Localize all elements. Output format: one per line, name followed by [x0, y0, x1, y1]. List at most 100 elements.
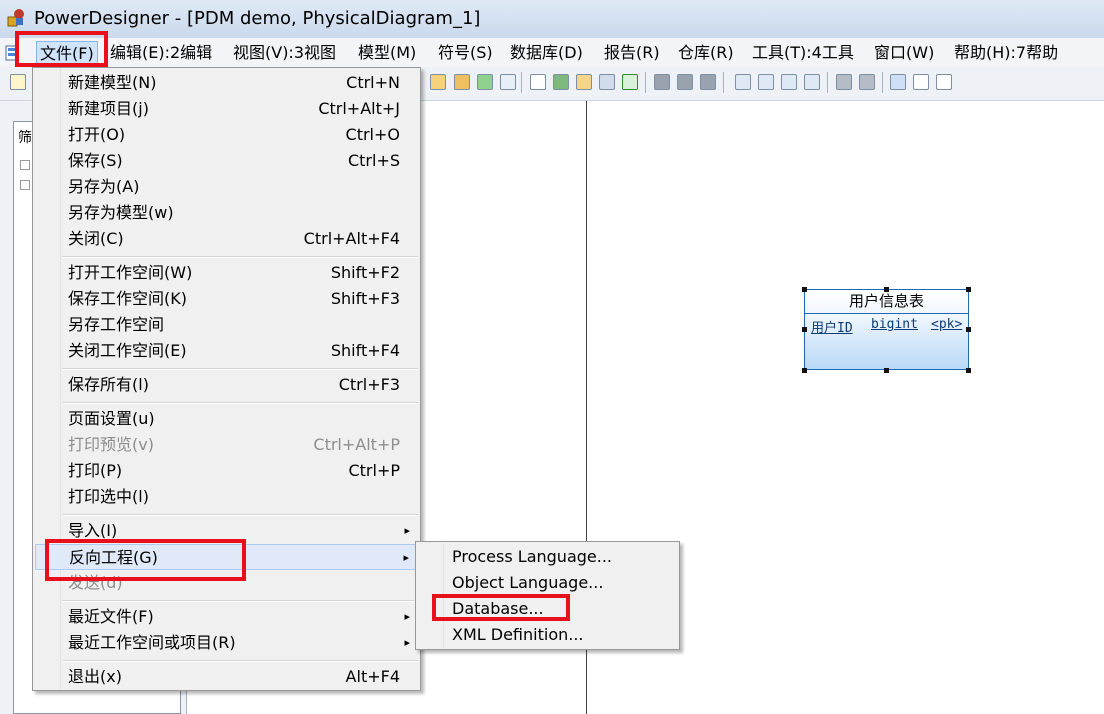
forward-arrow-icon[interactable]: [700, 74, 716, 90]
menu-tools[interactable]: 工具(T):4工具: [749, 41, 857, 65]
new-icon[interactable]: [10, 74, 26, 90]
menu-item-label: 打印预览(v): [68, 435, 154, 454]
selection-handle[interactable]: [802, 368, 807, 373]
menu-symbol[interactable]: 符号(S): [435, 41, 496, 65]
menu-separator: [63, 256, 418, 258]
menu-item-open-workspace[interactable]: 打开工作空间(W) Shift+F2: [35, 260, 418, 286]
menu-item-label: 关闭(C): [68, 229, 124, 248]
menu-item-open[interactable]: 打开(O) Ctrl+O: [35, 122, 418, 148]
table-icon[interactable]: [553, 74, 569, 90]
layout-icon[interactable]: [804, 74, 820, 90]
menu-item-recent-workspaces[interactable]: 最近工作空间或项目(R) ▸: [35, 630, 418, 656]
selection-handle[interactable]: [802, 287, 807, 292]
menu-item-shortcut: Ctrl+P: [348, 461, 400, 480]
menu-item-save-as[interactable]: 另存为(A): [35, 174, 418, 200]
menu-item-shortcut: Alt+F4: [345, 667, 400, 686]
menu-item-save-as-model[interactable]: 另存为模型(w): [35, 200, 418, 226]
menu-repository[interactable]: 仓库(R): [675, 41, 737, 65]
tree-node-icon[interactable]: [20, 160, 30, 170]
refresh-icon[interactable]: [477, 74, 493, 90]
table-entity[interactable]: 用户信息表 用户ID bigint <pk>: [804, 289, 969, 370]
powerdesigner-app-icon: [7, 9, 24, 27]
toolbar-separator: [723, 72, 724, 93]
submenu-item-process-language[interactable]: Process Language...: [418, 544, 677, 570]
zoom-icon[interactable]: [836, 74, 852, 90]
selection-handle[interactable]: [884, 368, 889, 373]
highlight-box-database: [432, 594, 570, 621]
layout-icon[interactable]: [735, 74, 751, 90]
fill-icon[interactable]: [599, 74, 615, 90]
selection-handle[interactable]: [884, 287, 889, 292]
toolbar-separator: [521, 72, 522, 93]
menu-help[interactable]: 帮助(H):7帮助: [951, 41, 1061, 65]
pen-icon[interactable]: [576, 74, 592, 90]
layout-icon[interactable]: [781, 74, 797, 90]
selection-handle[interactable]: [966, 327, 971, 332]
check-icon[interactable]: [500, 74, 516, 90]
find-icon[interactable]: [454, 74, 470, 90]
selection-handle[interactable]: [966, 287, 971, 292]
menu-separator: [63, 402, 418, 404]
submenu-item-xml-definition[interactable]: XML Definition...: [418, 622, 677, 648]
menu-item-print-preview: 打印预览(v) Ctrl+Alt+P: [35, 432, 418, 458]
menu-item-exit[interactable]: 退出(x) Alt+F4: [35, 664, 418, 690]
entity-name: 用户信息表: [805, 290, 968, 314]
menu-edit[interactable]: 编辑(E):2编辑: [107, 41, 215, 65]
column-key: <pk>: [931, 317, 963, 332]
menu-item-label: Object Language...: [452, 573, 604, 592]
menu-model[interactable]: 模型(M): [355, 41, 419, 65]
result-list-icon[interactable]: [936, 74, 952, 90]
menu-item-shortcut: Ctrl+Alt+F4: [303, 229, 400, 248]
menu-item-label: 打开工作空间(W): [68, 263, 193, 282]
menu-item-page-setup[interactable]: 页面设置(u): [35, 406, 418, 432]
menu-item-save-all[interactable]: 保存所有(l) Ctrl+F3: [35, 372, 418, 398]
align-icon[interactable]: [654, 74, 670, 90]
submenu-arrow-icon: ▸: [404, 636, 410, 649]
menu-item-save-workspace[interactable]: 保存工作空间(K) Shift+F3: [35, 286, 418, 312]
menu-item-label: 打印(P): [68, 461, 123, 480]
zoom-icon[interactable]: [859, 74, 875, 90]
menu-item-close[interactable]: 关闭(C) Ctrl+Alt+F4: [35, 226, 418, 252]
selection-handle[interactable]: [966, 368, 971, 373]
file-menu-dropdown: 新建模型(N) Ctrl+N 新建项目(j) Ctrl+Alt+J 打开(O) …: [32, 67, 421, 691]
toolbar-separator: [882, 72, 883, 93]
menu-item-close-workspace[interactable]: 关闭工作空间(E) Shift+F4: [35, 338, 418, 364]
menu-item-shortcut: Shift+F2: [330, 263, 400, 282]
menu-window[interactable]: 窗口(W): [871, 41, 937, 65]
rectangle-icon[interactable]: [530, 74, 546, 90]
menu-bar: 文件(F) 编辑(E):2编辑 视图(V):3视图 模型(M) 符号(S) 数据…: [0, 38, 1104, 67]
menu-separator: [63, 514, 418, 516]
font-icon[interactable]: [622, 74, 638, 90]
toolbar-separator: [645, 72, 646, 93]
layout-icon[interactable]: [758, 74, 774, 90]
menu-item-label: 新建模型(N): [68, 73, 157, 92]
menu-item-label: 保存工作空间(K): [68, 289, 187, 308]
menu-database[interactable]: 数据库(D): [507, 41, 586, 65]
tree-expander-icon[interactable]: [20, 180, 30, 190]
menu-view[interactable]: 视图(V):3视图: [230, 41, 339, 65]
menu-item-new-model[interactable]: 新建模型(N) Ctrl+N: [35, 70, 418, 96]
menu-report[interactable]: 报告(R): [601, 41, 663, 65]
menu-item-label: 保存(S): [68, 151, 123, 170]
menu-item-recent-files[interactable]: 最近文件(F) ▸: [35, 604, 418, 630]
back-arrow-icon[interactable]: [677, 74, 693, 90]
menu-item-shortcut: Ctrl+N: [346, 73, 400, 92]
menu-item-save[interactable]: 保存(S) Ctrl+S: [35, 148, 418, 174]
window-title: PowerDesigner - [PDM demo, PhysicalDiagr…: [34, 8, 481, 29]
toolbar-separator: [827, 72, 828, 93]
menu-item-save-workspace-as[interactable]: 另存工作空间: [35, 312, 418, 338]
menu-item-print-selection[interactable]: 打印选中(l): [35, 484, 418, 510]
menu-item-shortcut: Shift+F3: [330, 289, 400, 308]
menu-separator: [63, 600, 418, 602]
menu-item-new-project[interactable]: 新建项目(j) Ctrl+Alt+J: [35, 96, 418, 122]
menu-item-shortcut: Ctrl+Alt+J: [318, 99, 400, 118]
submenu-item-object-language[interactable]: Object Language...: [418, 570, 677, 596]
menu-item-label: 保存所有(l): [68, 375, 149, 394]
paste-icon[interactable]: [430, 74, 446, 90]
output-toggle-icon[interactable]: [913, 74, 929, 90]
browser-toggle-icon[interactable]: [890, 74, 906, 90]
selection-handle[interactable]: [802, 327, 807, 332]
menu-item-print[interactable]: 打印(P) Ctrl+P: [35, 458, 418, 484]
menu-separator: [63, 368, 418, 370]
highlight-box-reverse-engineer: [45, 539, 246, 581]
